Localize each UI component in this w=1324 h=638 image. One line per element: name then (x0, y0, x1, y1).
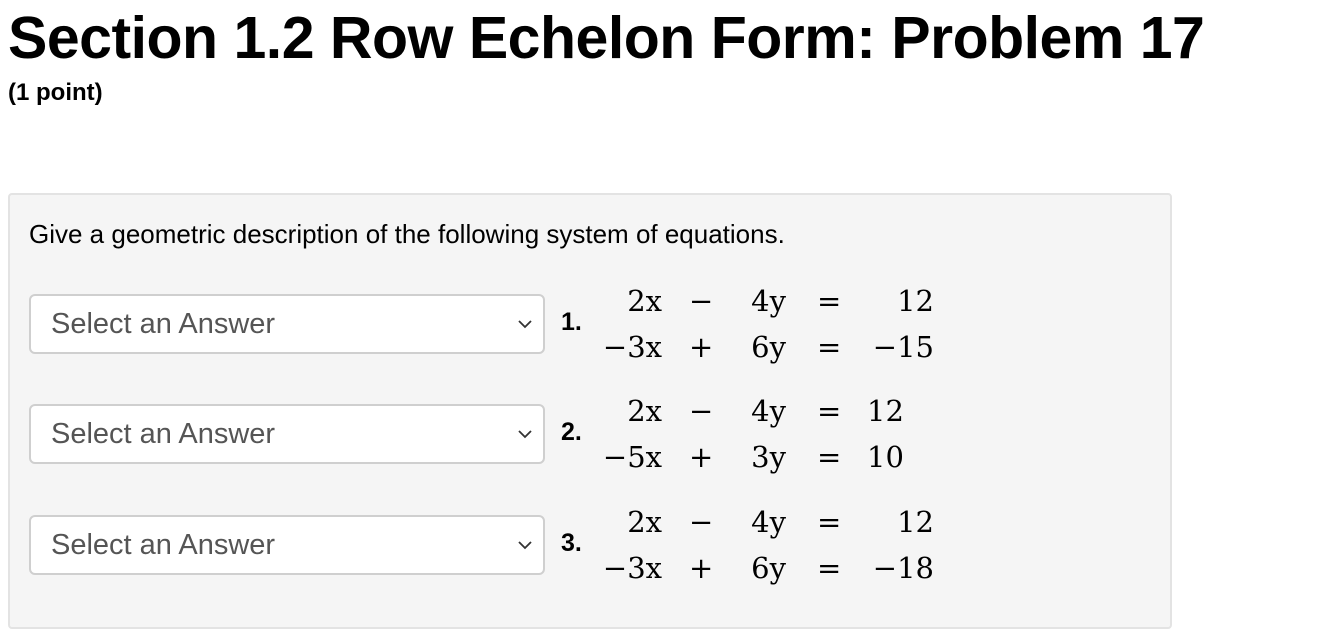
answer-select-1[interactable]: Select an Answer (29, 294, 545, 354)
equals-sign: = (817, 440, 842, 474)
coefficient-y: 4y (751, 394, 786, 428)
coefficient-y: 6y (751, 330, 786, 364)
constant-term: −18 (872, 551, 934, 585)
equals-sign: = (817, 505, 842, 539)
answer-select-2[interactable]: Select an Answer (29, 404, 545, 464)
equals-sign: = (817, 551, 842, 585)
equation-row: −5x + 3y = 10 (590, 435, 950, 481)
constant-term: 12 (897, 284, 934, 318)
part-number: 1. (561, 308, 582, 336)
chevron-down-icon (518, 320, 532, 329)
coefficient-x: −3x (602, 330, 662, 364)
equation-row: 2x − 4y = 12 (590, 279, 950, 325)
chevron-down-icon (518, 430, 532, 439)
coefficient-x: −3x (602, 551, 662, 585)
coefficient-x: 2x (627, 284, 662, 318)
part-3: Select an Answer 3. 2x − 4y = 12 −3x + 6… (10, 505, 1170, 625)
constant-term: −15 (872, 330, 934, 364)
coefficient-y: 4y (751, 284, 786, 318)
equals-sign: = (817, 394, 842, 428)
page-title: Section 1.2 Row Echelon Form: Problem 17 (8, 5, 1205, 71)
operator: − (689, 505, 714, 539)
instruction-text: Give a geometric description of the foll… (29, 219, 785, 249)
operator: + (689, 551, 714, 585)
operator: − (689, 394, 714, 428)
equation-system: 2x − 4y = 12 −3x + 6y = −18 (590, 500, 950, 594)
answer-select-3[interactable]: Select an Answer (29, 515, 545, 575)
problem-box: Give a geometric description of the foll… (8, 193, 1172, 629)
equals-sign: = (817, 330, 842, 364)
part-1: Select an Answer 1. 2x − 4y = 12 −3x + 6… (10, 284, 1170, 404)
constant-term: 12 (897, 505, 934, 539)
equation-row: −3x + 6y = −18 (590, 546, 950, 592)
select-value: Select an Answer (51, 308, 276, 340)
operator: − (689, 284, 714, 318)
part-number: 3. (561, 529, 582, 557)
select-value: Select an Answer (51, 418, 276, 450)
coefficient-x: 2x (627, 505, 662, 539)
part-number: 2. (561, 418, 582, 446)
operator: + (689, 440, 714, 474)
equation-row: 2x − 4y = 12 (590, 500, 950, 546)
operator: + (689, 330, 714, 364)
points-label: (1 point) (8, 79, 103, 106)
part-2: Select an Answer 2. 2x − 4y = 12 −5x + 3… (10, 394, 1170, 514)
equation-system: 2x − 4y = 12 −3x + 6y = −15 (590, 279, 950, 373)
equals-sign: = (817, 284, 842, 318)
coefficient-x: 2x (627, 394, 662, 428)
equation-row: 2x − 4y = 12 (590, 389, 950, 435)
equation-system: 2x − 4y = 12 −5x + 3y = 10 (590, 389, 950, 483)
select-value: Select an Answer (51, 529, 276, 561)
chevron-down-icon (518, 541, 532, 550)
constant-term: 12 (867, 394, 904, 428)
coefficient-x: −5x (602, 440, 662, 474)
coefficient-y: 4y (751, 505, 786, 539)
coefficient-y: 6y (751, 551, 786, 585)
coefficient-y: 3y (751, 440, 786, 474)
equation-row: −3x + 6y = −15 (590, 325, 950, 371)
constant-term: 10 (867, 440, 904, 474)
